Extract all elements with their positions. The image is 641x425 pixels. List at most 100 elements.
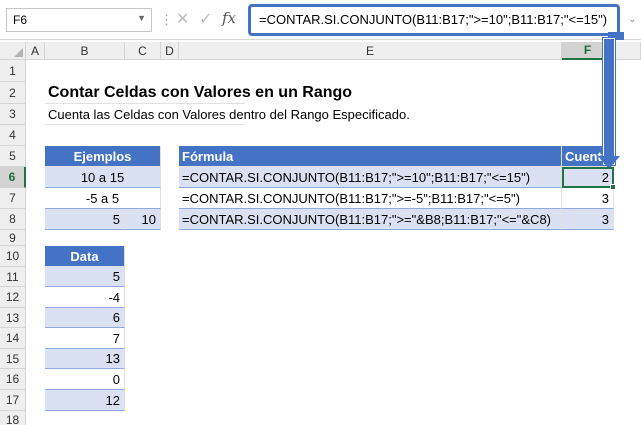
grid-cell[interactable] — [562, 267, 614, 287]
cancel-icon[interactable]: ✕ — [176, 9, 189, 29]
grid-cell[interactable] — [26, 82, 45, 104]
grid-cell[interactable] — [562, 246, 614, 267]
grid-cell[interactable] — [562, 390, 614, 411]
grid-cell[interactable] — [26, 328, 45, 349]
grid-cell[interactable] — [179, 328, 562, 349]
grid-cell[interactable] — [614, 167, 641, 188]
row-header-11[interactable]: 11 — [0, 267, 26, 287]
enter-icon[interactable]: ✓ — [199, 9, 212, 29]
grid-cell[interactable] — [161, 209, 179, 230]
example-range-1[interactable]: 10 a 15 — [45, 167, 161, 188]
grid-cell[interactable] — [45, 411, 125, 425]
grid-cell[interactable] — [179, 369, 562, 390]
ejemplos-header[interactable]: Ejemplos — [45, 146, 161, 167]
select-all-button[interactable] — [0, 42, 26, 60]
grid-cell[interactable] — [614, 287, 641, 308]
example-range-2[interactable]: -5 a 5 — [45, 188, 161, 209]
grid-cell[interactable] — [614, 349, 641, 369]
grid-cell[interactable] — [179, 267, 562, 287]
column-header-c[interactable]: C — [125, 42, 161, 60]
fill-handle[interactable] — [610, 184, 616, 190]
grid-cell[interactable] — [26, 188, 45, 209]
grid-cell[interactable] — [614, 125, 641, 146]
grid-cell[interactable] — [26, 167, 45, 188]
insert-function-icon[interactable]: fx — [222, 9, 236, 27]
grid-cell[interactable] — [161, 308, 179, 328]
grid-cell[interactable] — [26, 104, 45, 125]
row-header-9[interactable]: 9 — [0, 230, 26, 246]
data-cell[interactable]: 0 — [45, 369, 125, 390]
example-formula-3[interactable]: =CONTAR.SI.CONJUNTO(B11:B17;">="&B8;B11:… — [179, 209, 562, 230]
example-max-3[interactable]: 10 — [125, 209, 161, 230]
grid-cell[interactable] — [179, 230, 562, 246]
formula-input[interactable]: =CONTAR.SI.CONJUNTO(B11:B17;">=10";B11:B… — [248, 4, 620, 36]
grid-cell[interactable] — [161, 167, 179, 188]
grid-cell[interactable] — [26, 209, 45, 230]
data-cell[interactable]: 13 — [45, 349, 125, 369]
grid-cell[interactable] — [614, 411, 641, 425]
grid-cell[interactable] — [614, 328, 641, 349]
sheet-title[interactable]: Contar Celdas con Valores en un Rango — [45, 82, 352, 104]
grid-cell[interactable] — [161, 390, 179, 411]
row-header-3[interactable]: 3 — [0, 104, 26, 125]
grid-cell[interactable] — [26, 267, 45, 287]
data-cell[interactable]: 12 — [45, 390, 125, 411]
grid-cell[interactable] — [161, 246, 179, 267]
grid-cell[interactable] — [125, 390, 161, 411]
grid-cell[interactable] — [125, 60, 161, 82]
formula-header[interactable]: Fórmula — [179, 146, 562, 167]
grid-cell[interactable] — [26, 308, 45, 328]
grid-cell[interactable] — [614, 246, 641, 267]
grid-cell[interactable] — [26, 369, 45, 390]
column-header-a[interactable]: A — [26, 42, 45, 60]
grid-cell[interactable] — [161, 188, 179, 209]
grid-cell[interactable] — [614, 82, 641, 104]
data-cell[interactable]: -4 — [45, 287, 125, 308]
row-header-14[interactable]: 14 — [0, 328, 26, 349]
data-header[interactable]: Data — [45, 246, 125, 267]
grid-cell[interactable] — [45, 60, 125, 82]
grid-cell[interactable] — [26, 60, 45, 82]
row-header-2[interactable]: 2 — [0, 82, 26, 104]
grid-cell[interactable] — [161, 60, 179, 82]
row-header-4[interactable]: 4 — [0, 125, 26, 146]
example-count-2[interactable]: 3 — [562, 188, 614, 209]
grid-cell[interactable] — [125, 267, 161, 287]
example-formula-2[interactable]: =CONTAR.SI.CONJUNTO(B11:B17;">=-5";B11:B… — [179, 188, 562, 209]
grid-cell[interactable] — [125, 125, 161, 146]
row-header-5[interactable]: 5 — [0, 146, 26, 167]
grid-cell[interactable] — [161, 411, 179, 425]
grid-cell[interactable] — [125, 308, 161, 328]
data-cell[interactable]: 5 — [45, 267, 125, 287]
grid-cell[interactable] — [562, 287, 614, 308]
row-header-13[interactable]: 13 — [0, 308, 26, 328]
grid-cell[interactable] — [26, 146, 45, 167]
grid-cell[interactable] — [179, 60, 562, 82]
grid-cell[interactable] — [161, 125, 179, 146]
grid-cell[interactable] — [26, 230, 45, 246]
grid-cell[interactable] — [45, 230, 125, 246]
grid-cell[interactable] — [562, 230, 614, 246]
data-cell[interactable]: 7 — [45, 328, 125, 349]
row-header-15[interactable]: 15 — [0, 349, 26, 369]
grid-cell[interactable] — [161, 267, 179, 287]
example-formula-1[interactable]: =CONTAR.SI.CONJUNTO(B11:B17;">=10";B11:B… — [179, 167, 562, 188]
example-count-3[interactable]: 3 — [562, 209, 614, 230]
grid-cell[interactable] — [614, 390, 641, 411]
grid-cell[interactable] — [26, 287, 45, 308]
grid-cell[interactable] — [562, 308, 614, 328]
row-header-17[interactable]: 17 — [0, 390, 26, 411]
chevron-down-icon[interactable]: ▼ — [137, 13, 146, 23]
column-header-b[interactable]: B — [45, 42, 125, 60]
grid-cell[interactable] — [161, 349, 179, 369]
grid-cell[interactable] — [562, 328, 614, 349]
grid-cell[interactable] — [125, 328, 161, 349]
grid-cell[interactable] — [161, 328, 179, 349]
grid-cell[interactable] — [26, 246, 45, 267]
expand-formula-bar-icon[interactable]: ⌄ — [628, 14, 637, 25]
grid-cell[interactable] — [125, 287, 161, 308]
grid-cell[interactable] — [614, 369, 641, 390]
grid-cell[interactable] — [161, 230, 179, 246]
grid-cell[interactable] — [45, 125, 125, 146]
grid-cell[interactable] — [562, 411, 614, 425]
